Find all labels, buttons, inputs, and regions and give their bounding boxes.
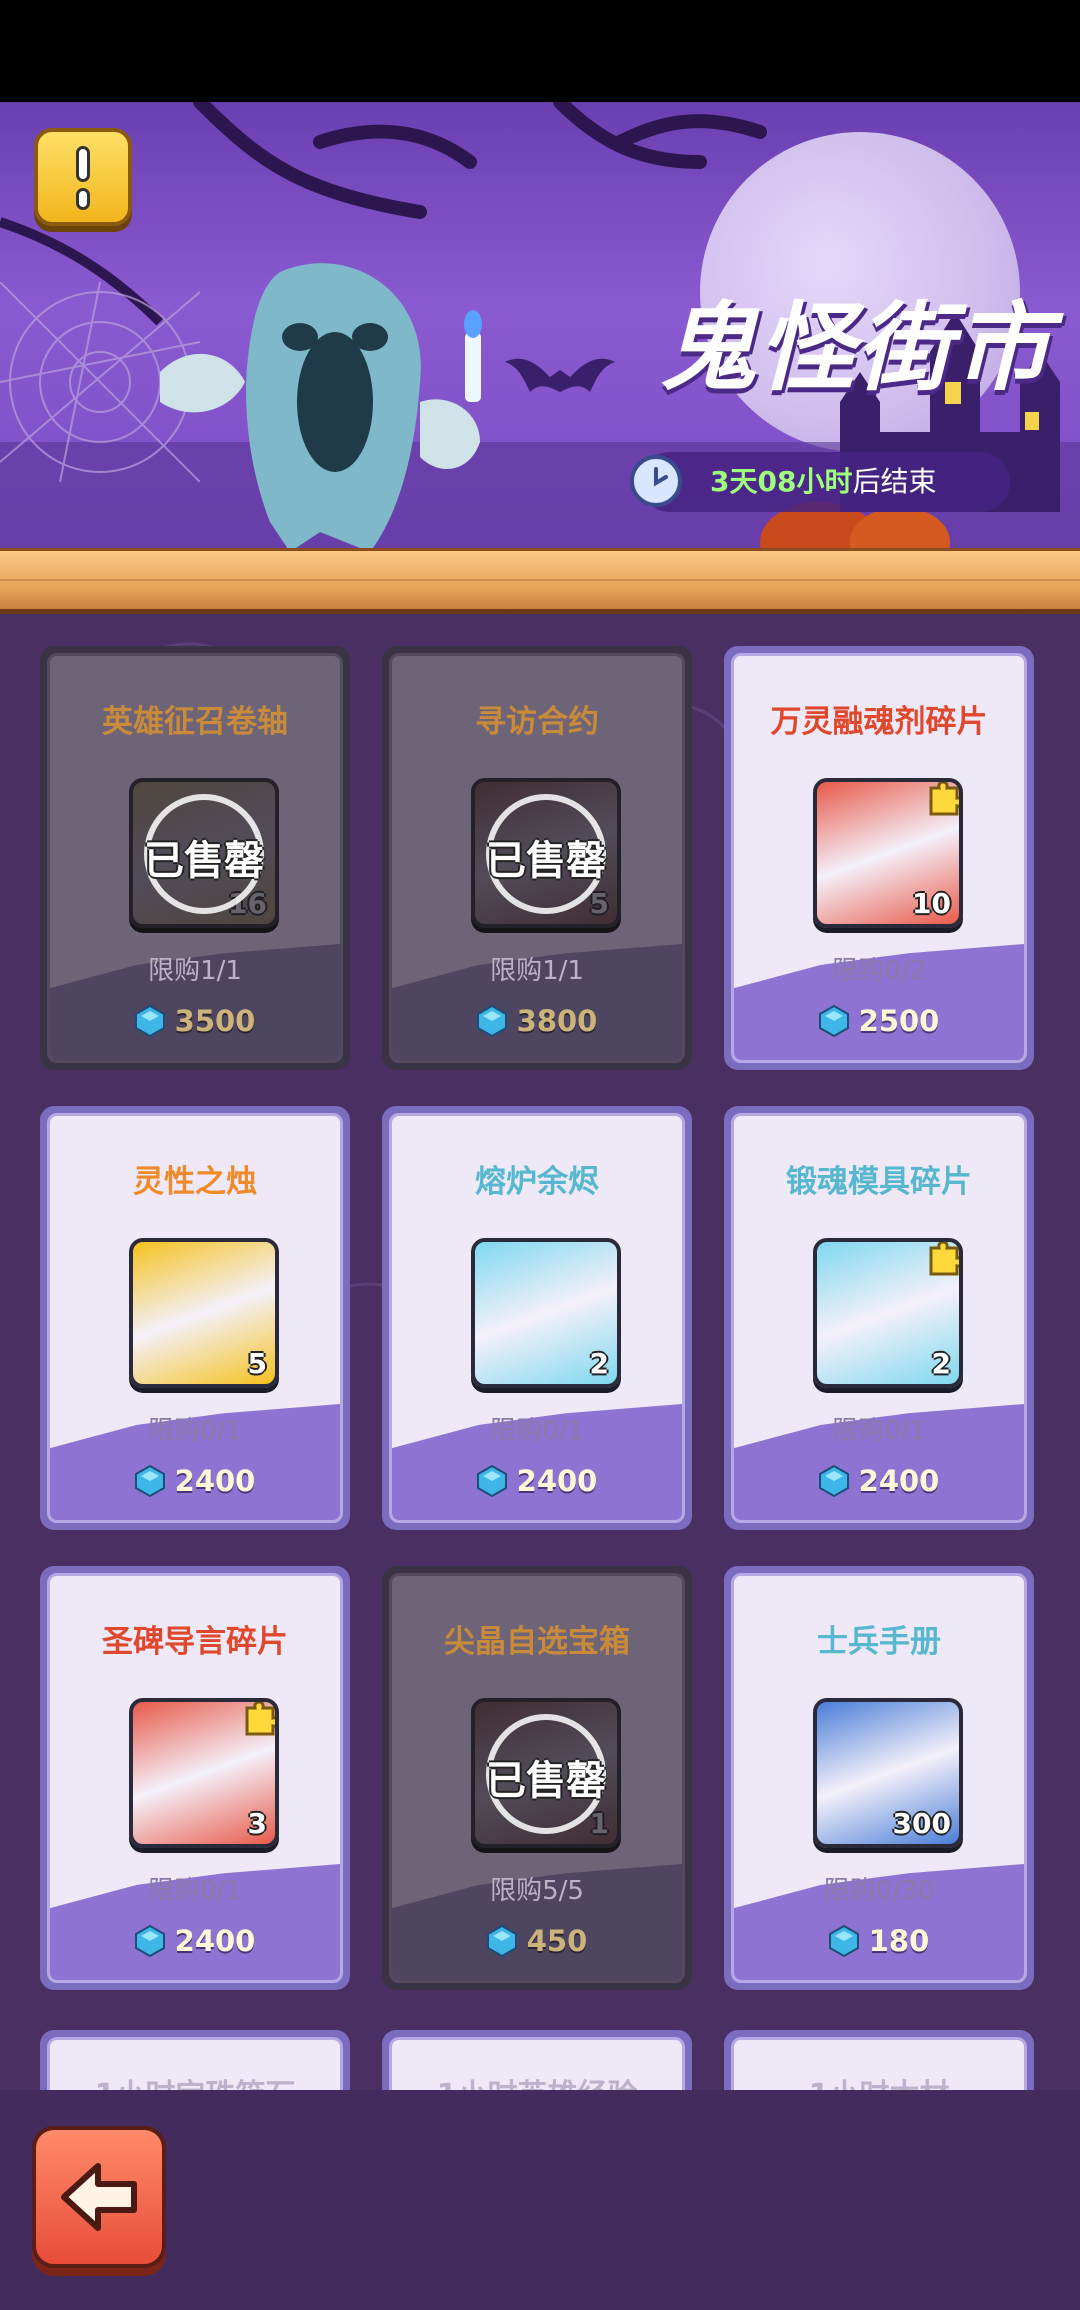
countdown-suffix: 后结束 [852, 465, 937, 498]
card-inner: 圣碑导言碎片 3 限购0/1 2400 [47, 1573, 343, 1983]
info-button[interactable] [34, 128, 132, 226]
price-tag: 2400 [392, 1464, 682, 1498]
gem-icon [486, 1925, 517, 1957]
price-value: 450 [526, 1924, 588, 1958]
card-inner: 万灵融魂剂碎片 10 限购0/2 2500 [731, 653, 1027, 1063]
gem-icon [476, 1465, 507, 1497]
purchase-limit: 限购0/1 [490, 1416, 584, 1446]
price-tag: 3800 [392, 1004, 682, 1038]
shop-item-card[interactable]: 士兵手册 300 限购0/30 180 [724, 1566, 1034, 1990]
item-quantity: 10 [912, 887, 951, 920]
price-tag: 450 [392, 1924, 682, 1958]
shop-item-card[interactable]: 熔炉余烬 2 限购0/1 2400 [382, 1106, 692, 1530]
exclamation-icon [76, 146, 90, 182]
purchase-limit: 限购5/5 [490, 1876, 584, 1906]
price-value: 2400 [174, 1464, 256, 1498]
stele-icon: 3 [129, 1698, 279, 1848]
item-name: 万灵融魂剂碎片 [770, 704, 988, 740]
book-icon: 300 [813, 1698, 963, 1848]
price-tag: 2500 [734, 1004, 1024, 1038]
price-tag: 2400 [50, 1924, 340, 1958]
countdown-value: 3天08小时 [710, 465, 853, 498]
gem-icon [828, 1925, 859, 1957]
bat-decoration [505, 358, 615, 392]
price-value: 2400 [858, 1464, 940, 1498]
price-tag: 2400 [50, 1464, 340, 1498]
gem-icon [134, 1005, 165, 1037]
puzzle-piece-icon [245, 1702, 275, 1736]
price-tag: 180 [734, 1924, 1024, 1958]
sold-out-label: 已售罄 [486, 838, 606, 884]
mold-icon: 2 [813, 1238, 963, 1388]
status-bar [0, 0, 1080, 102]
price-value: 2400 [174, 1924, 256, 1958]
shop-item-card[interactable]: 万灵融魂剂碎片 10 限购0/2 2500 [724, 646, 1034, 1070]
countdown-timer: 3天08小时后结束 [640, 452, 1010, 512]
item-quantity: 2 [931, 1347, 951, 1380]
item-quantity: 2 [589, 1347, 609, 1380]
item-quantity: 300 [892, 1807, 951, 1840]
wooden-plank-divider [0, 548, 1080, 614]
item-name: 英雄征召卷轴 [102, 704, 288, 740]
card-inner: 英雄征召卷轴16已售罄限购1/13500 [47, 653, 343, 1063]
card-inner: 尖晶自选宝箱1已售罄限购5/5450 [389, 1573, 685, 1983]
card-inner: 熔炉余烬 2 限购0/1 2400 [389, 1113, 685, 1523]
purchase-limit: 限购0/30 [823, 1876, 935, 1906]
purchase-limit: 限购0/2 [832, 956, 926, 986]
shop-item-card[interactable]: 寻访合约5已售罄限购1/13800 [382, 646, 692, 1070]
item-name: 士兵手册 [817, 1624, 941, 1660]
shop-item-card[interactable]: 英雄征召卷轴16已售罄限购1/13500 [40, 646, 350, 1070]
card-inner: 锻魂模具碎片 2 限购0/1 2400 [731, 1113, 1027, 1523]
purchase-limit: 限购0/1 [148, 1416, 242, 1446]
item-name: 锻魂模具碎片 [786, 1164, 972, 1200]
purchase-limit: 限购1/1 [148, 956, 242, 986]
shop-item-card[interactable]: 锻魂模具碎片 2 限购0/1 2400 [724, 1106, 1034, 1530]
page-title: 鬼怪街市 [660, 292, 1052, 404]
gem-icon [818, 1005, 849, 1037]
price-value: 2400 [516, 1464, 598, 1498]
item-name: 尖晶自选宝箱 [444, 1624, 630, 1660]
sold-out-label: 已售罄 [486, 1758, 606, 1804]
card-inner: 灵性之烛 5 限购0/1 2400 [47, 1113, 343, 1523]
price-value: 3500 [174, 1004, 256, 1038]
item-name: 灵性之烛 [133, 1164, 257, 1200]
ember-icon: 2 [471, 1238, 621, 1388]
price-value: 2500 [858, 1004, 940, 1038]
ghost-mascot [160, 263, 482, 552]
item-quantity: 5 [247, 1347, 267, 1380]
gem-icon [134, 1465, 165, 1497]
item-name: 熔炉余烬 [475, 1164, 599, 1200]
item-name: 圣碑导言碎片 [102, 1624, 288, 1660]
potion-icon: 10 [813, 778, 963, 928]
purchase-limit: 限购1/1 [490, 956, 584, 986]
candle-icon: 5 [129, 1238, 279, 1388]
price-tag: 3500 [50, 1004, 340, 1038]
price-value: 180 [868, 1924, 930, 1958]
back-arrow-icon [61, 2163, 137, 2231]
price-value: 3800 [516, 1004, 598, 1038]
puzzle-piece-icon [929, 1242, 959, 1276]
item-name: 寻访合约 [475, 704, 599, 740]
shop-item-card[interactable]: 圣碑导言碎片 3 限购0/1 2400 [40, 1566, 350, 1990]
gem-icon [134, 1925, 165, 1957]
purchase-limit: 限购0/1 [832, 1416, 926, 1446]
sold-out-label: 已售罄 [144, 838, 264, 884]
clock-icon [630, 455, 682, 507]
price-tag: 2400 [734, 1464, 1024, 1498]
gem-icon [818, 1465, 849, 1497]
card-inner: 士兵手册 300 限购0/30 180 [731, 1573, 1027, 1983]
purchase-limit: 限购0/1 [148, 1876, 242, 1906]
gem-icon [476, 1005, 507, 1037]
item-quantity: 3 [247, 1807, 267, 1840]
shop-item-card[interactable]: 尖晶自选宝箱1已售罄限购5/5450 [382, 1566, 692, 1990]
back-button[interactable] [32, 2126, 166, 2268]
card-inner: 寻访合约5已售罄限购1/13800 [389, 653, 685, 1063]
exclamation-dot [76, 188, 90, 210]
shop-item-card[interactable]: 灵性之烛 5 限购0/1 2400 [40, 1106, 350, 1530]
puzzle-piece-icon [929, 782, 959, 816]
